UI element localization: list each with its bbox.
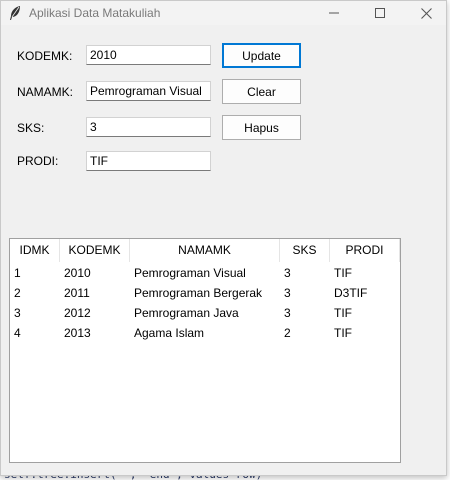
close-button[interactable] <box>403 1 449 25</box>
column-header-namamk[interactable]: NAMAMK <box>130 239 280 262</box>
cell-idmk: 2 <box>14 286 21 300</box>
cell-namamk: Agama Islam <box>134 326 205 340</box>
window-title: Aplikasi Data Matakuliah <box>29 6 161 20</box>
cell-prodi: D3TIF <box>334 286 368 300</box>
namamk-label: NAMAMK: <box>17 85 74 99</box>
cell-idmk: 3 <box>14 306 21 320</box>
column-header-sks[interactable]: SKS <box>280 239 330 262</box>
cell-idmk: 4 <box>14 326 21 340</box>
kodemk-input[interactable]: 2010 <box>86 45 211 65</box>
cell-prodi: TIF <box>334 266 352 280</box>
hapus-button[interactable]: Hapus <box>222 115 301 140</box>
cell-sks: 3 <box>284 286 291 300</box>
cell-namamk: Pemrograman Visual <box>134 266 246 280</box>
cell-sks: 3 <box>284 266 291 280</box>
sks-label: SKS: <box>17 121 45 135</box>
column-header-prodi[interactable]: PRODI <box>330 239 400 262</box>
close-icon <box>420 7 432 19</box>
kodemk-label: KODEMK: <box>17 49 73 63</box>
matakuliah-table[interactable]: IDMK KODEMK NAMAMK SKS PRODI 1 2010 Pemr… <box>9 238 401 463</box>
column-header-idmk[interactable]: IDMK <box>10 239 60 262</box>
sks-input[interactable]: 3 <box>86 117 211 137</box>
cell-prodi: TIF <box>334 326 352 340</box>
prodi-input[interactable]: TIF <box>86 151 211 171</box>
table-header: IDMK KODEMK NAMAMK SKS PRODI <box>10 239 400 262</box>
cell-kodemk: 2010 <box>64 266 91 280</box>
feather-icon <box>8 5 22 21</box>
column-header-kodemk[interactable]: KODEMK <box>60 239 130 262</box>
maximize-button[interactable] <box>357 1 403 25</box>
update-button[interactable]: Update <box>222 43 301 68</box>
cell-namamk: Pemrograman Bergerak <box>134 286 263 300</box>
cell-kodemk: 2011 <box>64 286 90 300</box>
cell-namamk: Pemrograman Java <box>134 306 239 320</box>
cell-idmk: 1 <box>14 266 21 280</box>
clear-button[interactable]: Clear <box>222 79 301 104</box>
cell-sks: 3 <box>284 306 291 320</box>
maximize-icon <box>375 8 385 18</box>
cell-kodemk: 2012 <box>64 306 91 320</box>
table-row[interactable]: 4 2013 Agama Islam 2 TIF <box>10 323 400 343</box>
namamk-input[interactable]: Pemrograman Visual <box>86 81 211 101</box>
minimize-icon <box>329 12 339 14</box>
table-row[interactable]: 2 2011 Pemrograman Bergerak 3 D3TIF <box>10 283 400 303</box>
minimize-button[interactable] <box>311 1 357 25</box>
cell-prodi: TIF <box>334 306 352 320</box>
cell-kodemk: 2013 <box>64 326 91 340</box>
app-window: Aplikasi Data Matakuliah KODEMK: 2010 Up… <box>0 0 447 476</box>
table-row[interactable]: 3 2012 Pemrograman Java 3 TIF <box>10 303 400 323</box>
title-bar[interactable]: Aplikasi Data Matakuliah <box>1 1 446 25</box>
table-row[interactable]: 1 2010 Pemrograman Visual 3 TIF <box>10 263 400 283</box>
prodi-label: PRODI: <box>17 154 59 168</box>
cell-sks: 2 <box>284 326 291 340</box>
